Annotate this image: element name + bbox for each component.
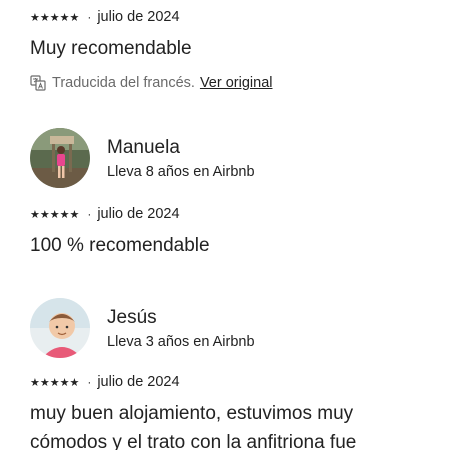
- reviewer-name[interactable]: Manuela: [107, 136, 255, 160]
- reviewer-name[interactable]: Jesús: [107, 306, 255, 330]
- avatar[interactable]: [30, 298, 90, 358]
- star-rating: ★★★★★: [30, 11, 80, 24]
- review-item: ★★★★★ · julio de 2024 muy buen alojamien…: [30, 373, 440, 450]
- star-rating: ★★★★★: [30, 208, 80, 221]
- reviewer-tenure: Lleva 3 años en Airbnb: [107, 334, 255, 350]
- separator-dot: ·: [87, 375, 92, 389]
- avatar[interactable]: [30, 128, 90, 188]
- translation-note: Traducida del francés. Ver original: [30, 75, 440, 91]
- review-meta: ★★★★★ · julio de 2024: [30, 373, 440, 391]
- reviewer-info: Manuela Lleva 8 años en Airbnb: [107, 136, 255, 180]
- review-text: 100 % recomendable: [30, 235, 210, 256]
- review-item: ★★★★★ · julio de 2024 100 % recomendable: [30, 205, 440, 260]
- review-item: ★★★★★ · julio de 2024 Muy recomendable T…: [30, 8, 440, 91]
- translate-icon: [30, 75, 46, 91]
- review-date: julio de 2024: [97, 206, 180, 222]
- review-date: julio de 2024: [97, 374, 180, 390]
- reviewer-tenure: Lleva 8 años en Airbnb: [107, 164, 255, 180]
- view-original-link[interactable]: Ver original: [200, 75, 273, 91]
- review-text: Muy recomendable: [30, 38, 192, 59]
- reviewer-info: Jesús Lleva 3 años en Airbnb: [107, 306, 255, 350]
- review-meta: ★★★★★ · julio de 2024: [30, 8, 440, 26]
- review-date: julio de 2024: [97, 9, 180, 25]
- review-meta: ★★★★★ · julio de 2024: [30, 205, 440, 223]
- reviews-page: ★★★★★ · julio de 2024 Muy recomendable T…: [0, 0, 450, 450]
- review-text: muy buen alojamiento, estuvimos muy cómo…: [30, 403, 357, 450]
- separator-dot: ·: [87, 207, 92, 221]
- star-rating: ★★★★★: [30, 376, 80, 389]
- reviewer-header: Manuela Lleva 8 años en Airbnb: [30, 128, 255, 188]
- translation-label: Traducida del francés.: [52, 75, 195, 91]
- separator-dot: ·: [87, 10, 92, 24]
- reviewer-header: Jesús Lleva 3 años en Airbnb: [30, 298, 255, 358]
